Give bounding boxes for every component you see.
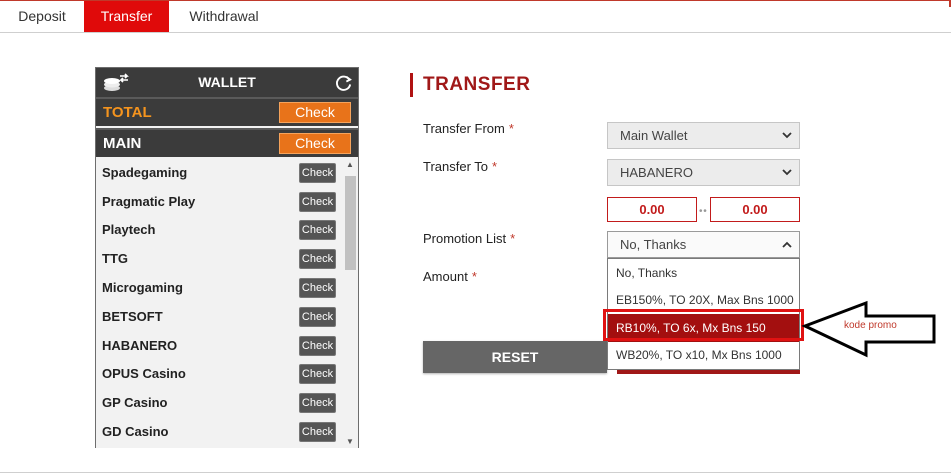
provider-check-button[interactable]: Check <box>299 249 336 269</box>
provider-check-button[interactable]: Check <box>299 393 336 413</box>
provider-check-button[interactable]: Check <box>299 307 336 327</box>
tab-withdrawal[interactable]: Withdrawal <box>169 1 279 32</box>
promo-option[interactable]: WB20%, TO x10, Mx Bns 1000 <box>608 341 799 369</box>
provider-name: GP Casino <box>102 395 168 410</box>
provider-name: HABANERO <box>102 338 178 353</box>
transfer-from-value: Main Wallet <box>620 128 688 143</box>
list-item: GP Casino Check <box>96 389 341 418</box>
provider-name: OPUS Casino <box>102 366 186 381</box>
list-item: Playtech Check <box>96 216 341 245</box>
main-check-button[interactable]: Check <box>279 133 351 154</box>
transfer-from-select[interactable]: Main Wallet <box>607 122 800 149</box>
provider-check-button[interactable]: Check <box>299 422 336 442</box>
chevron-down-icon <box>782 169 792 176</box>
list-item: GD Casino Check <box>96 418 341 447</box>
highlight-box <box>603 309 804 341</box>
list-item: BETSOFT Check <box>96 303 341 332</box>
provider-check-button[interactable]: Check <box>299 220 336 240</box>
wallet-main-row: MAIN Check <box>96 128 358 157</box>
wallet-title: WALLET <box>198 74 256 90</box>
provider-name: BETSOFT <box>102 309 163 324</box>
provider-check-button[interactable]: Check <box>299 192 336 212</box>
provider-name: Microgaming <box>102 280 183 295</box>
transfer-to-value: HABANERO <box>620 165 693 180</box>
provider-check-button[interactable]: Check <box>299 364 336 384</box>
promotion-select[interactable]: No, Thanks <box>607 231 800 258</box>
from-balance: 0.00 <box>607 197 697 222</box>
page-title: TRANSFER <box>410 73 530 97</box>
scroll-up-arrow-icon[interactable]: ▲ <box>343 159 357 171</box>
refresh-icon[interactable] <box>334 73 353 92</box>
provider-check-button[interactable]: Check <box>299 163 336 183</box>
annotation-label: kode promo <box>844 320 897 331</box>
transfer-from-label: Transfer From * <box>423 121 514 136</box>
list-item: OPUS Casino Check <box>96 360 341 389</box>
tab-deposit[interactable]: Deposit <box>0 1 84 32</box>
amount-label: Amount * <box>423 269 477 284</box>
list-item: TTG Check <box>96 245 341 274</box>
provider-name: GD Casino <box>102 424 169 439</box>
transfer-to-label: Transfer To * <box>423 159 498 174</box>
chevron-down-icon <box>782 132 792 139</box>
promo-option[interactable]: No, Thanks <box>608 259 799 287</box>
provider-check-button[interactable]: Check <box>299 278 336 298</box>
provider-name: Playtech <box>102 222 156 237</box>
list-item: Spadegaming Check <box>96 159 341 188</box>
bottom-divider <box>0 472 951 473</box>
list-item: Microgaming Check <box>96 274 341 303</box>
wallet-header: WALLET <box>96 68 358 97</box>
provider-name: TTG <box>102 251 128 266</box>
tab-bar: Deposit Transfer Withdrawal <box>0 1 951 33</box>
provider-name: Spadegaming <box>102 165 188 180</box>
scroll-down-arrow-icon[interactable]: ▼ <box>343 436 357 448</box>
total-check-button[interactable]: Check <box>279 102 351 123</box>
promotion-list-label: Promotion List * <box>423 231 516 246</box>
wallet-total-row: TOTAL Check <box>96 97 358 126</box>
list-item: HABANERO Check <box>96 332 341 361</box>
to-balance: 0.00 <box>710 197 800 222</box>
total-label: TOTAL <box>103 104 152 121</box>
transfer-to-select[interactable]: HABANERO <box>607 159 800 186</box>
provider-check-button[interactable]: Check <box>299 336 336 356</box>
scroll-thumb[interactable] <box>345 176 356 270</box>
main-label: MAIN <box>103 135 142 152</box>
list-item: Pragmatic Play Check <box>96 188 341 217</box>
provider-name: Pragmatic Play <box>102 194 196 209</box>
provider-list: Spadegaming Check Pragmatic Play Check P… <box>96 159 358 448</box>
tab-transfer[interactable]: Transfer <box>84 1 169 32</box>
chevron-up-icon <box>782 241 792 248</box>
reset-button[interactable]: RESET <box>423 341 607 373</box>
balance-separator: • • <box>699 206 707 217</box>
provider-scrollbar[interactable]: ▲ ▼ <box>343 159 357 448</box>
wallet-panel: WALLET TOTAL Check MAIN Check Spadegamin… <box>95 67 359 448</box>
promotion-value: No, Thanks <box>620 237 687 252</box>
